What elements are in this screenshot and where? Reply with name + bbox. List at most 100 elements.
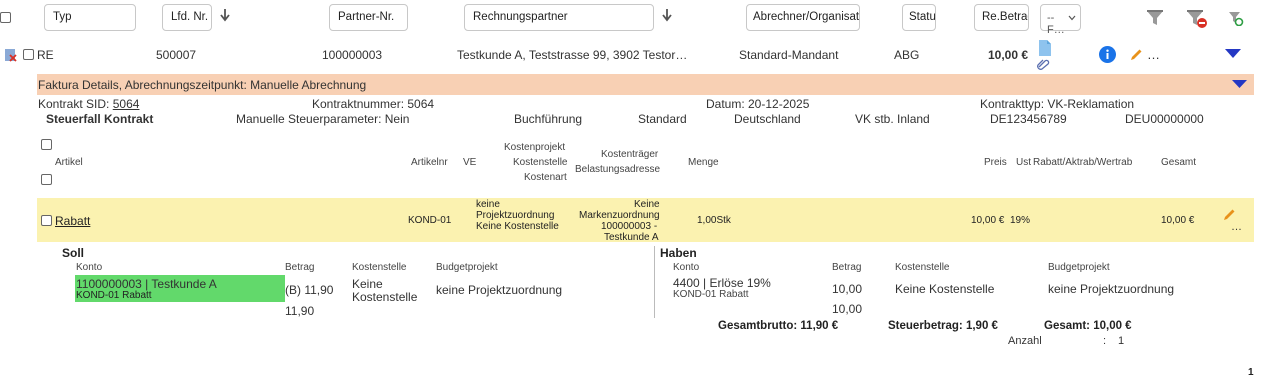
articles-select-checkbox[interactable] [41,174,52,185]
soll-konto-sub: KOND-01 Rabatt [76,290,152,301]
article-traeger-line2: Markenzuordnung [579,210,660,221]
record-partner-nr: 100000003 [322,48,383,62]
soll-budgetprojekt-label: Budgetprojekt [436,262,498,273]
article-checkbox[interactable] [41,215,52,226]
article-kosten-line2: Projektzuordnung [476,210,555,221]
soll-kostenstelle-line2: Kostenstelle [352,290,418,304]
steuerbetrag: Steuerbetrag: 1,90 € [888,320,998,332]
record-typ: RE [37,48,54,62]
soll-betrag-sum: 11,90 [285,304,315,318]
anzahl-separator: : [1103,335,1107,347]
anzahl-value: 1 [1118,335,1125,347]
record-betrag: 10,00 € [988,48,1029,62]
filter-select[interactable]: -- F… [1040,4,1081,36]
record-status: ABG [894,48,920,62]
article-artikelnr: KOND-01 [408,215,452,226]
standard: Standard [638,112,687,126]
gesamtbrutto: Gesamtbrutto: 11,90 € [718,320,839,332]
article-gesamt: 10,00 € [1161,215,1195,226]
article-ust: 19% [1010,215,1031,226]
haben-budgetprojekt: keine Projektzuordnung [1048,282,1175,296]
haben-title: Haben [660,246,697,260]
filter-clear-icon[interactable] [1186,9,1208,29]
col-ve: VE [463,157,477,168]
sort-down-icon[interactable] [661,8,673,22]
article-traeger-line1: Keine [634,199,660,210]
filter-lfd-nr-input[interactable]: Lfd. Nr. [162,4,212,31]
info-icon[interactable] [1099,46,1116,63]
select-all-checkbox[interactable] [0,12,11,23]
more-actions-button[interactable]: … [1147,47,1160,62]
soll-konto: 1100000003 | Testkunde A [76,277,217,291]
col-artikelnr: Artikelnr [411,157,448,168]
haben-budgetprojekt-label: Budgetprojekt [1048,262,1110,273]
haben-kostenstelle: Keine Kostenstelle [895,282,995,296]
filter-status-input[interactable]: Status [902,4,936,31]
filter-abrechner-input[interactable]: Abrechner/Organisator [746,4,860,31]
soll-betrag: (B) 11,90 [285,283,334,297]
haben-kostenstelle-label: Kostenstelle [895,262,950,273]
edit-pencil-icon[interactable] [1130,48,1143,61]
vk-steuer: VK stb. Inland [855,112,930,126]
soll-haben-divider [654,246,655,318]
haben-konto: 4400 | Erlöse 19% [673,276,771,290]
sort-down-icon[interactable] [219,8,231,22]
deu-id: DEU00000000 [1125,112,1204,126]
gesamt-total: Gesamt: 10,00 € [1044,320,1132,332]
col-preis: Preis [984,157,1007,168]
kontraktnummer: Kontraktnummer: 5064 [312,97,435,111]
haben-konto-label: Konto [673,262,700,273]
article-edit-pencil-icon[interactable] [1223,208,1236,221]
soll-konto-label: Konto [76,262,103,273]
haben-betrag: 10,00 [832,282,863,296]
page-number[interactable]: 1 [1248,367,1254,378]
article-kosten-line3: Keine Kostenstelle [476,221,559,232]
col-artikel: Artikel [55,157,83,168]
document-icon[interactable] [1038,39,1052,57]
filter-partner-nr-input[interactable]: Partner-Nr. [329,4,408,31]
col-kostenprojekt: Kostenprojekt [504,142,566,153]
collapse-triangle-icon[interactable] [1232,80,1247,89]
steuerfall-kontrakt: Steuerfall Kontrakt [46,112,154,126]
article-kosten-line1: keine [476,199,500,210]
col-kostenart: Kostenart [524,172,567,183]
filter-typ-input[interactable]: Typ [44,4,136,31]
steuerparameter: Manuelle Steuerparameter: Nein [236,112,410,126]
filter-reset-icon[interactable] [1228,10,1244,26]
soll-kostenstelle-line1: Keine [352,277,383,291]
haben-konto-sub: KOND-01 Rabatt [673,289,749,300]
expand-triangle-icon[interactable] [1225,49,1241,59]
kontrakt-sid-link[interactable]: 5064 [113,97,140,111]
ust-id: DE123456789 [990,112,1067,126]
article-more-button[interactable]: … [1231,221,1242,233]
haben-betrag-label: Betrag [832,262,862,273]
datum: Datum: 20-12-2025 [706,97,810,111]
soll-kostenstelle-label: Kostenstelle [352,262,407,273]
attachment-icon[interactable] [1036,58,1050,70]
col-kostentraeger: Kostenträger [601,149,659,160]
record-lfd-nr: 500007 [156,48,197,62]
col-rabatt: Rabatt/Aktrab/Wertrab [1033,157,1133,168]
filter-re-betrag-input[interactable]: Re.Betrag [974,4,1029,31]
col-belastungsadresse: Belastungsadresse [575,164,661,175]
articles-select-all-checkbox[interactable] [41,139,52,150]
record-rechnungspartner: Testkunde A, Teststrasse 99, 3902 Testor… [457,48,688,62]
faktura-details-title: Faktura Details, Abrechnungszeitpunkt: M… [38,78,367,92]
article-traeger-line3: 100000003 - [601,221,658,232]
col-kostenstelle: Kostenstelle [513,157,568,168]
anzahl-label: Anzahl [1008,335,1042,347]
buchfuehrung: Buchführung [514,112,583,126]
soll-budgetprojekt: keine Projektzuordnung [436,283,563,297]
filter-rechnungspartner-input[interactable]: Rechnungspartner [464,4,654,31]
record-checkbox[interactable] [23,49,34,60]
filter-icon[interactable] [1146,9,1164,27]
col-menge: Menge [688,157,719,168]
col-ust: Ust [1016,157,1031,168]
kontrakttyp: Kontrakttyp: VK-Reklamation [980,97,1135,111]
record-mandant: Standard-Mandant [739,48,839,62]
col-gesamt: Gesamt [1161,157,1197,168]
article-preis: 10,00 € [971,215,1005,226]
soll-title: Soll [62,246,85,260]
document-status-icon [5,49,17,62]
article-name-link[interactable]: Rabatt [55,214,90,228]
